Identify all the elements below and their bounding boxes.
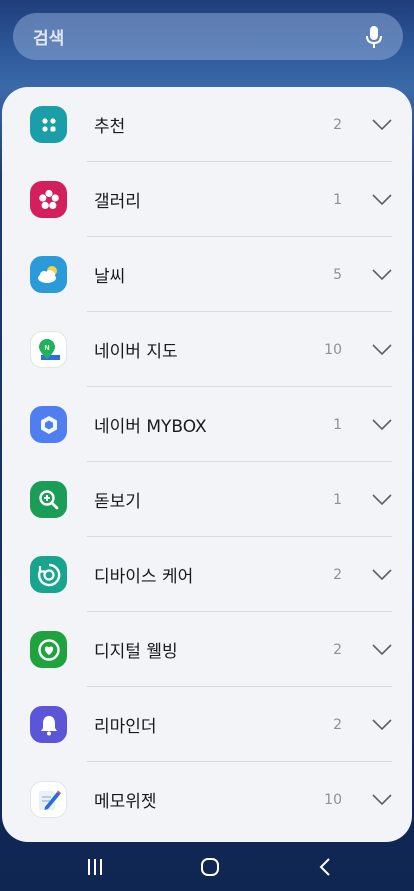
svg-text:N: N	[44, 345, 49, 352]
chevron-down-icon[interactable]	[372, 268, 392, 281]
home-icon[interactable]	[200, 857, 220, 877]
list-item-naver-map[interactable]: N 네이버 지도 10	[2, 312, 412, 387]
widget-count: 5	[333, 266, 342, 283]
recommend-icon	[30, 106, 67, 143]
list-item-weather[interactable]: 날씨 5	[2, 237, 412, 312]
widget-app-list: 추천 2 갤러리 1 날씨 5 N 네이버 지도 10 네이버 MYBOX 1 …	[2, 87, 412, 842]
gallery-flower-icon	[30, 181, 67, 218]
widget-count: 2	[333, 566, 342, 583]
chevron-down-icon[interactable]	[372, 718, 392, 731]
widget-count: 2	[333, 641, 342, 658]
recents-icon[interactable]	[86, 858, 104, 876]
widget-count: 2	[333, 116, 342, 133]
magnifier-icon	[30, 481, 67, 518]
list-item-magnifier[interactable]: 돋보기 1	[2, 462, 412, 537]
app-label: 네이버 MYBOX	[94, 417, 207, 437]
list-item-device-care[interactable]: 디바이스 케어 2	[2, 537, 412, 612]
naver-map-icon: N	[30, 331, 67, 368]
chevron-down-icon[interactable]	[372, 793, 392, 806]
chevron-down-icon[interactable]	[372, 568, 392, 581]
search-input[interactable]: 검색	[33, 24, 365, 49]
list-item-recommend[interactable]: 추천 2	[2, 87, 412, 162]
list-item-digital-wellbeing[interactable]: 디지털 웰빙 2	[2, 612, 412, 687]
widget-count: 10	[324, 791, 342, 808]
app-label: 돋보기	[94, 492, 141, 512]
app-label: 추천	[94, 117, 126, 137]
list-item-naver-mybox[interactable]: 네이버 MYBOX 1	[2, 387, 412, 462]
chevron-down-icon[interactable]	[372, 643, 392, 656]
device-care-icon	[30, 556, 67, 593]
digital-wellbeing-icon	[30, 631, 67, 668]
app-label: 날씨	[94, 267, 126, 287]
list-item-reminder[interactable]: 리마인더 2	[2, 687, 412, 762]
app-label: 리마인더	[94, 717, 157, 737]
widget-count: 10	[324, 341, 342, 358]
mybox-icon	[30, 406, 67, 443]
mic-icon[interactable]	[365, 25, 383, 49]
list-item-gallery[interactable]: 갤러리 1	[2, 162, 412, 237]
widget-count: 1	[333, 416, 342, 433]
chevron-down-icon[interactable]	[372, 418, 392, 431]
chevron-down-icon[interactable]	[372, 493, 392, 506]
widget-count: 2	[333, 716, 342, 733]
widget-count: 1	[333, 191, 342, 208]
list-item-memo-widget[interactable]: 메모위젯 10	[2, 762, 412, 837]
memo-widget-icon	[30, 781, 67, 818]
navigation-bar	[0, 843, 414, 891]
reminder-bell-icon	[30, 706, 67, 743]
app-label: 디바이스 케어	[94, 567, 194, 587]
search-bar[interactable]: 검색	[13, 13, 403, 60]
widget-count: 1	[333, 491, 342, 508]
app-label: 디지털 웰빙	[94, 642, 178, 662]
app-label: 갤러리	[94, 192, 141, 212]
app-label: 네이버 지도	[94, 342, 178, 362]
chevron-down-icon[interactable]	[372, 193, 392, 206]
back-icon[interactable]	[318, 857, 332, 877]
chevron-down-icon[interactable]	[372, 343, 392, 356]
chevron-down-icon[interactable]	[372, 118, 392, 131]
weather-icon	[30, 256, 67, 293]
app-label: 메모위젯	[94, 792, 157, 812]
